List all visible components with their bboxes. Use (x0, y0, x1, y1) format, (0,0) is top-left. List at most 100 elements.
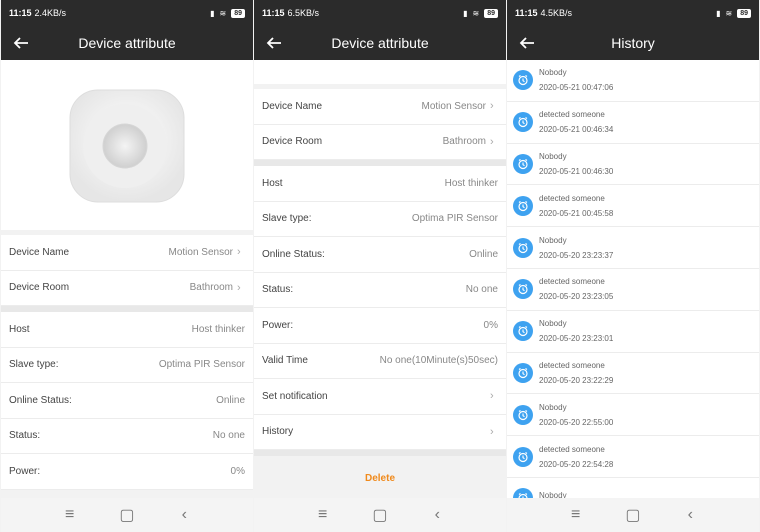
status-row: Status: No one (254, 273, 506, 308)
delete-button[interactable]: Delete (254, 456, 506, 498)
history-text: Nobody 2020-05-20 22:55:00 (539, 403, 613, 427)
row-label: History (262, 426, 294, 438)
alarm-clock-icon (513, 362, 533, 383)
history-status: detected someone (539, 110, 605, 120)
chevron-right-icon: › (237, 281, 241, 294)
alarm-clock-icon (513, 112, 533, 133)
list-item: detected someone 2020-05-21 00:45:58 (507, 185, 759, 228)
battery-icon: 89 (484, 8, 498, 18)
row-value: Optima PIR Sensor (158, 359, 245, 371)
online-status-row: Online Status: Online (254, 237, 506, 273)
back-arrow-icon[interactable] (517, 33, 537, 53)
history-text: Nobody 2020-05-21 00:46:30 (539, 152, 613, 176)
power-row: Power: 0% (1, 454, 253, 490)
list-item: Nobody (507, 477, 759, 498)
status-speed: 6.5KB/s (287, 8, 320, 18)
device-room-row[interactable]: Device Room Bathroom › (254, 125, 506, 160)
status-speed: 2.4KB/s (34, 8, 67, 18)
row-label: Status: (262, 284, 294, 296)
row-value: Bathroom (442, 136, 486, 148)
menu-icon[interactable]: ≡ (569, 506, 583, 523)
alarm-clock-icon (513, 195, 533, 216)
chevron-right-icon: › (490, 425, 494, 438)
history-time: 2020-05-21 00:47:06 (539, 83, 614, 93)
title-bar: Device attribute (1, 26, 253, 60)
device-room-row[interactable]: Device Room Bathroom › (1, 271, 253, 306)
history-status: Nobody (539, 402, 567, 412)
status-time: 11:15 (9, 8, 32, 18)
signal-icon: ▮ (463, 8, 468, 18)
back-icon[interactable]: ‹ (683, 506, 697, 523)
status-time: 11:15 (262, 8, 285, 18)
history-time: 2020-05-21 00:45:58 (539, 208, 614, 218)
home-icon[interactable]: ▢ (372, 507, 387, 524)
row-label: Device Room (9, 282, 70, 294)
history-text: Nobody 2020-05-20 23:23:37 (539, 236, 613, 260)
list-item: Nobody 2020-05-20 22:55:00 (507, 394, 759, 437)
device-info-group: Device Name Motion Sensor › Device Room … (1, 235, 253, 306)
history-row[interactable]: History › (254, 415, 506, 450)
back-arrow-icon[interactable] (264, 33, 284, 53)
row-label: Host (262, 177, 283, 189)
row-value: No one(10Minute(s)50sec) (379, 355, 498, 367)
row-label: Power: (9, 465, 41, 477)
list-item: Nobody 2020-05-20 23:23:01 (507, 310, 759, 353)
device-status-group: Host Host thinker Slave type: Optima PIR… (1, 312, 253, 490)
signal-icon: ▮ (210, 8, 215, 18)
menu-icon[interactable]: ≡ (316, 506, 330, 523)
status-bar: 11:15 6.5KB/s ▮ ≋ 89 (254, 0, 506, 26)
title-bar: History (507, 26, 759, 60)
home-icon[interactable]: ▢ (119, 507, 134, 524)
content: Device Name Motion Sensor › Device Room … (254, 60, 506, 498)
status-time: 11:15 (515, 8, 538, 18)
slave-type-row: Slave type: Optima PIR Sensor (254, 202, 506, 237)
title-bar: Device attribute (254, 26, 506, 60)
host-row: Host Host thinker (254, 166, 506, 202)
row-value: 0% (230, 465, 245, 477)
chevron-right-icon: › (490, 135, 494, 148)
host-row: Host Host thinker (1, 312, 253, 348)
home-icon[interactable]: ▢ (625, 507, 640, 524)
row-value: Bathroom (189, 282, 233, 294)
system-nav-bar: ≡ ▢ ‹ (507, 498, 759, 532)
alarm-clock-icon (513, 237, 533, 258)
history-status: Nobody (539, 68, 567, 78)
device-attribute-screen: 11:15 2.4KB/s ▮ ≋ 89 Device attribute De… (1, 0, 253, 532)
back-icon[interactable]: ‹ (177, 506, 191, 523)
list-item: detected someone 2020-05-20 22:54:28 (507, 436, 759, 478)
status-bar: 11:15 2.4KB/s ▮ ≋ 89 (1, 0, 253, 26)
history-status: detected someone (539, 193, 605, 203)
row-value: Host thinker (444, 177, 498, 189)
device-status-group: Host Host thinker Slave type: Optima PIR… (254, 166, 506, 450)
device-name-row[interactable]: Device Name Motion Sensor › (1, 235, 253, 271)
list-item: detected someone 2020-05-20 23:22:29 (507, 352, 759, 395)
screens: 11:15 2.4KB/s ▮ ≋ 89 Device attribute De… (0, 0, 760, 532)
online-status-row: Online Status: Online (1, 383, 253, 419)
chevron-right-icon: › (237, 246, 241, 259)
history-text: Nobody (539, 491, 567, 498)
history-text: Nobody 2020-05-21 00:47:06 (539, 68, 613, 92)
row-label: Online Status: (9, 394, 72, 406)
alarm-clock-icon (513, 446, 533, 467)
alarm-clock-icon (513, 488, 533, 498)
history-text: detected someone 2020-05-20 23:22:29 (539, 361, 613, 385)
content: Device Name Motion Sensor › Device Room … (1, 60, 253, 498)
page-title: Device attribute (78, 35, 176, 51)
row-value: No one (465, 284, 498, 296)
page-title: Device attribute (331, 35, 429, 51)
row-label: Slave type: (9, 359, 59, 371)
back-icon[interactable]: ‹ (430, 506, 444, 523)
back-arrow-icon[interactable] (11, 33, 31, 53)
alarm-clock-icon (513, 404, 533, 425)
history-time: 2020-05-21 00:46:34 (539, 125, 614, 135)
menu-icon[interactable]: ≡ (63, 506, 77, 523)
row-label: Status: (9, 430, 41, 442)
row-label: Set notification (262, 390, 328, 402)
row-value: Online (469, 248, 498, 260)
history-time: 2020-05-20 23:23:37 (539, 250, 614, 260)
list-item: detected someone 2020-05-21 00:46:34 (507, 101, 759, 144)
history-time: 2020-05-20 22:55:00 (539, 417, 614, 427)
device-name-row[interactable]: Device Name Motion Sensor › (254, 89, 506, 125)
device-info-group: Device Name Motion Sensor › Device Room … (254, 89, 506, 160)
set-notification-row[interactable]: Set notification › (254, 379, 506, 415)
